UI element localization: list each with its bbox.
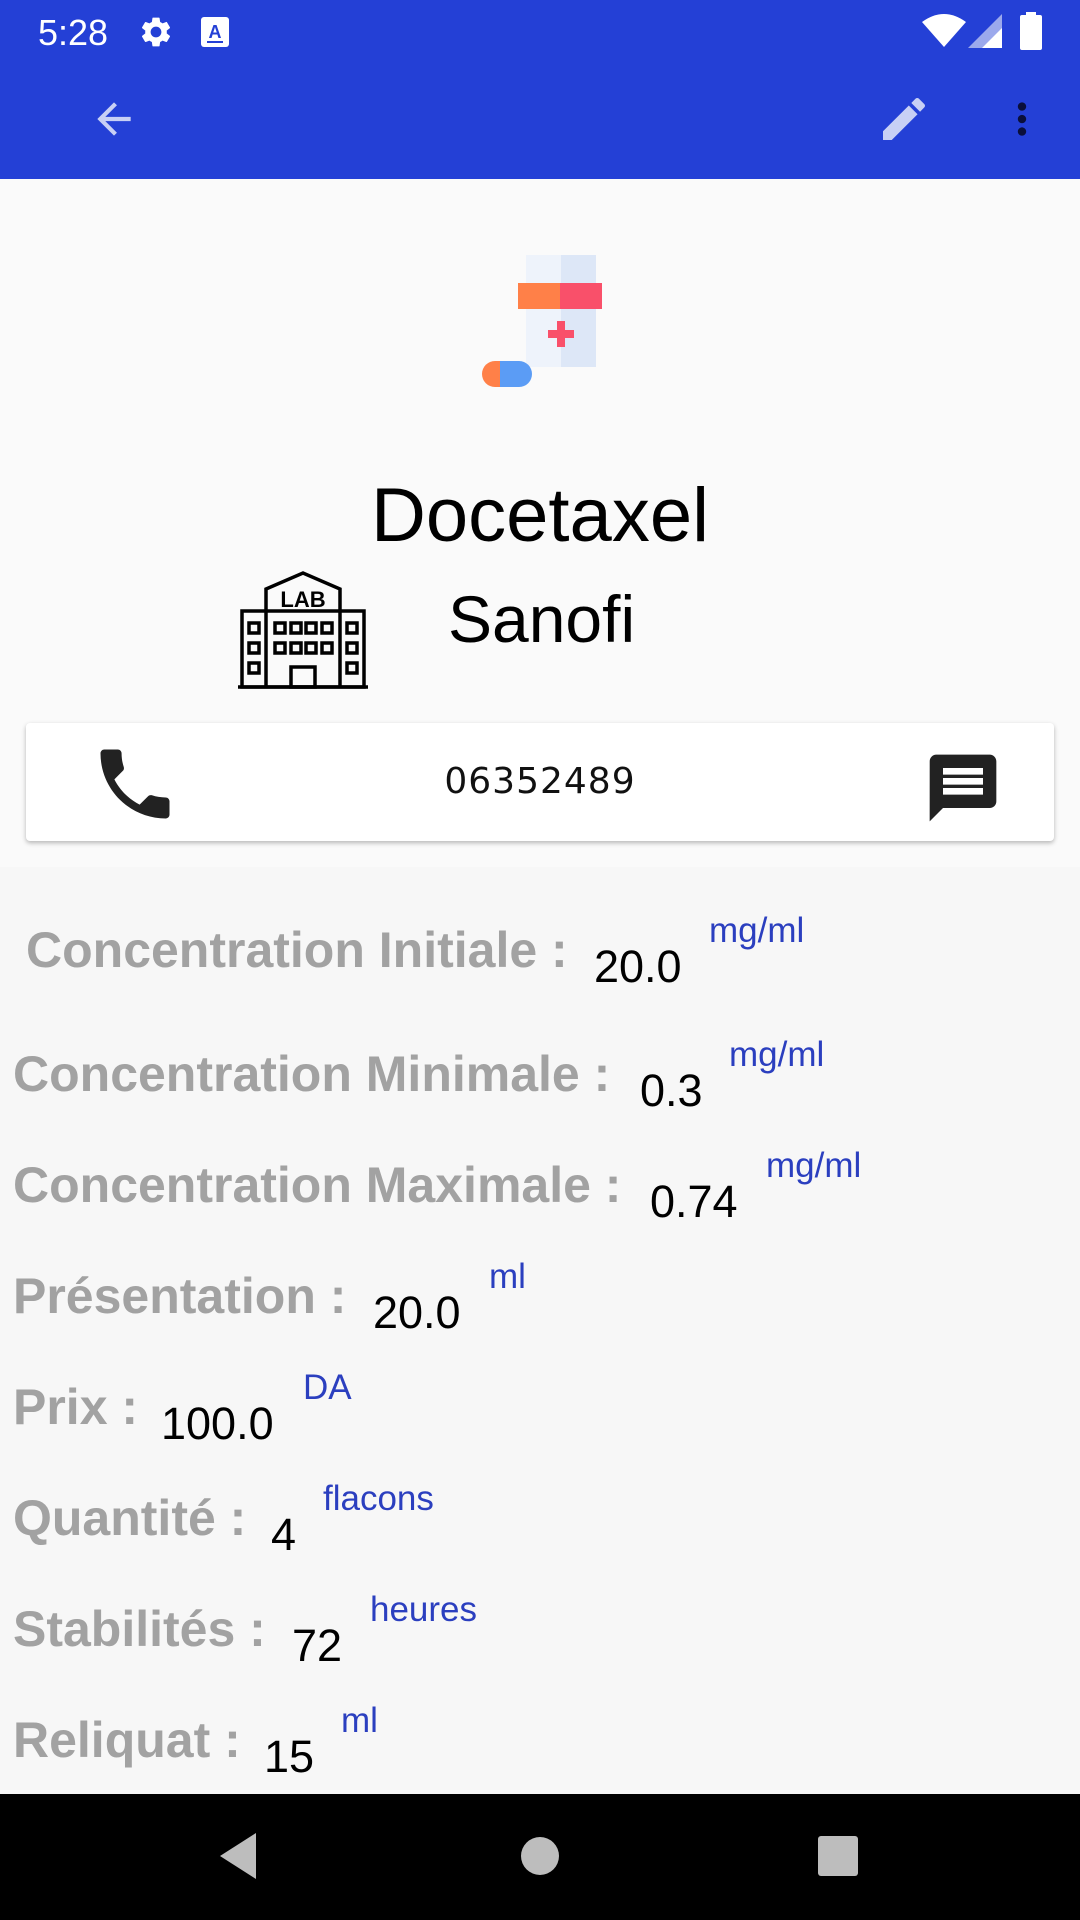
detail-row-presentation: Présentation : 20.0 ml [0,1229,1080,1339]
detail-row-reliquat: Reliquat : 15 ml [0,1673,1080,1783]
nav-recents-button[interactable] [798,1818,878,1898]
detail-value: 100.0 [161,1398,274,1449]
message-button[interactable] [916,743,1010,837]
edit-pencil-icon [876,91,932,152]
detail-value: 15 [264,1731,315,1782]
detail-label: Prix : [13,1379,139,1435]
detail-unit: mg/ml [729,1035,825,1074]
detail-row-concentration-maximale: Concentration Maximale : 0.74 mg/ml [0,1118,1080,1228]
detail-value: 0.3 [640,1065,703,1116]
detail-label: Stabilités : [13,1601,266,1657]
more-options-button[interactable] [984,83,1060,159]
detail-row-stabilites: Stabilités : 72 heures [0,1562,1080,1672]
wifi-icon [922,14,966,53]
detail-unit: DA [303,1368,352,1407]
medicine-bottle-icon [474,235,614,400]
message-icon [923,748,1003,833]
battery-icon [1020,12,1042,55]
keyboard-a-icon: A [200,16,230,53]
detail-unit: ml [489,1257,526,1296]
detail-unit: heures [370,1590,478,1629]
svg-text:LAB: LAB [280,587,325,612]
more-vert-icon [997,94,1047,149]
status-bar: 5:28 A [0,0,1080,63]
detail-value: 0.74 [650,1176,738,1227]
detail-label: Concentration Minimale : [13,1046,611,1102]
back-arrow-icon [89,94,139,149]
detail-label: Concentration Initiale : [26,922,568,978]
drug-name: Docetaxel [371,473,709,558]
detail-row-concentration-minimale: Concentration Minimale : 0.3 mg/ml [0,1007,1080,1117]
nav-back-button[interactable] [200,1818,280,1898]
nav-home-button[interactable] [500,1818,580,1898]
nav-recents-icon [817,1835,859,1882]
system-nav-bar [0,1794,1080,1920]
detail-value: 20.0 [594,941,682,992]
detail-unit: mg/ml [709,911,805,950]
detail-value: 72 [292,1620,343,1671]
detail-row-quantite: Quantité : 4 flacons [0,1451,1080,1561]
detail-label: Présentation : [13,1268,347,1324]
lab-building-icon: LAB [236,571,370,694]
details-list: Concentration Initiale : 20.0 mg/ml Conc… [0,867,1080,1794]
detail-unit: mg/ml [766,1146,862,1185]
detail-label: Reliquat : [13,1712,241,1768]
back-button[interactable] [76,83,152,159]
lab-name: Sanofi [448,582,636,656]
nav-back-icon [216,1831,264,1886]
nav-home-icon [518,1834,562,1883]
signal-icon [968,14,1002,53]
detail-row-prix: Prix : 100.0 DA [0,1340,1080,1450]
edit-button[interactable] [866,83,942,159]
detail-unit: flacons [323,1479,434,1518]
detail-unit: ml [341,1701,378,1740]
svg-text:A: A [209,22,222,42]
detail-value: 20.0 [373,1287,461,1338]
detail-label: Quantité : [13,1490,247,1546]
status-time: 5:28 [38,12,109,53]
app-bar [0,63,1080,179]
contact-card: 06352489 [26,723,1054,841]
settings-icon [138,14,174,55]
phone-number: 06352489 [444,761,636,802]
detail-label: Concentration Maximale : [13,1157,622,1213]
detail-row-concentration-initiale: Concentration Initiale : 20.0 mg/ml [0,883,1080,993]
detail-value: 4 [271,1509,297,1560]
